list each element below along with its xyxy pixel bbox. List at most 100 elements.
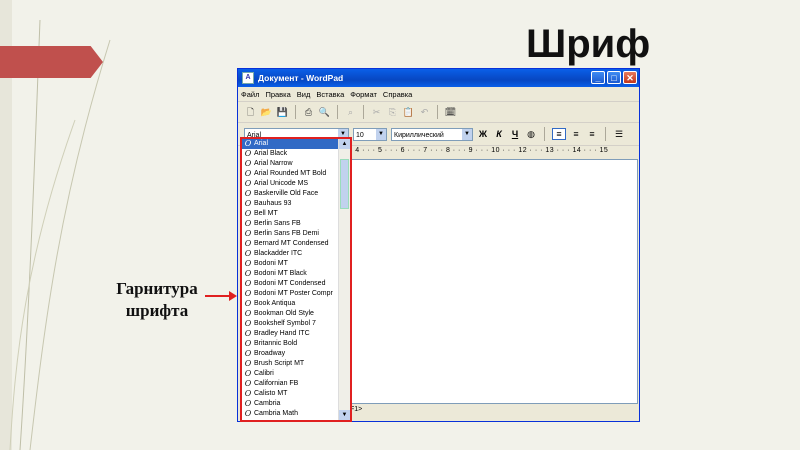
title-accent-shape xyxy=(0,46,103,78)
font-list-item[interactable]: O Bauhaus 93 xyxy=(242,199,339,209)
font-list-item[interactable]: O Bookshelf Symbol 7 xyxy=(242,319,339,329)
opentype-font-icon: O xyxy=(244,389,252,398)
font-list-item-label: Brush Script MT xyxy=(254,360,305,367)
font-list-item-label: Arial Narrow xyxy=(254,160,293,167)
maximize-button[interactable]: □ xyxy=(607,71,621,84)
opentype-font-icon: O xyxy=(244,139,252,148)
chevron-down-icon[interactable]: ▼ xyxy=(462,128,472,140)
scroll-thumb[interactable] xyxy=(340,159,349,209)
bold-button[interactable]: Ж xyxy=(477,129,489,139)
standard-toolbar: 🗋 📂 💾 ⎙ 🔍 ⌕ ✂ ⎘ 📋 ↶ 🗓 xyxy=(238,102,639,123)
vertical-scrollbar[interactable]: ▲ ▼ xyxy=(338,139,350,420)
window-title: Документ - WordPad xyxy=(258,73,344,83)
font-list-item[interactable]: O Arial Narrow xyxy=(242,159,339,169)
font-list-item-label: Bernard MT Condensed xyxy=(254,240,329,247)
bullets-icon[interactable]: ☰ xyxy=(613,129,625,140)
new-document-icon[interactable]: 🗋 xyxy=(244,106,257,119)
open-folder-icon[interactable]: 📂 xyxy=(260,106,273,119)
opentype-font-icon: O xyxy=(244,269,252,278)
cut-icon[interactable]: ✂ xyxy=(370,106,383,119)
save-icon[interactable]: 💾 xyxy=(276,106,289,119)
opentype-font-icon: O xyxy=(244,149,252,158)
align-center-icon[interactable]: ≡ xyxy=(570,129,582,139)
font-list-item-label: Bradley Hand ITC xyxy=(254,330,310,337)
undo-icon[interactable]: ↶ xyxy=(418,106,431,119)
font-list-item[interactable]: O Berlin Sans FB Demi xyxy=(242,229,339,239)
font-list-item-label: Cambria Math xyxy=(254,410,298,417)
script-combo[interactable]: Кириллический ▼ xyxy=(391,127,473,141)
font-list-item[interactable]: O Arial Rounded MT Bold xyxy=(242,169,339,179)
menu-help[interactable]: Справка xyxy=(383,90,412,99)
font-list-item-label: Berlin Sans FB Demi xyxy=(254,230,319,237)
find-icon[interactable]: ⌕ xyxy=(344,106,357,119)
opentype-font-icon: O xyxy=(244,319,252,328)
font-list-item-label: Bauhaus 93 xyxy=(254,200,292,207)
opentype-font-icon: O xyxy=(244,229,252,238)
font-list-item[interactable]: O Bradley Hand ITC xyxy=(242,329,339,339)
font-dropdown-list[interactable]: O Arial O Arial Black O Arial Narrow O Arial Ro… xyxy=(240,137,352,422)
print-preview-icon[interactable]: 🔍 xyxy=(318,106,331,119)
font-list-item-label: Baskerville Old Face xyxy=(254,190,319,197)
font-list-item[interactable]: O Broadway xyxy=(242,349,339,359)
ruler: · 4 · · · 5 · · · 6 · · · 7 · · · 8 · · … xyxy=(350,147,609,154)
align-left-icon[interactable]: ≡ xyxy=(552,128,566,140)
menu-file[interactable]: Файл xyxy=(241,90,259,99)
font-list-item-label: Bookshelf Symbol 7 xyxy=(254,320,316,327)
font-list-item[interactable]: O Britannic Bold xyxy=(242,339,339,349)
font-list-item[interactable]: O Bookman Old Style xyxy=(242,309,339,319)
font-list-item[interactable]: O Cambria xyxy=(242,399,339,409)
scroll-down-icon[interactable]: ▼ xyxy=(339,410,350,420)
font-list-item[interactable]: O Bodoni MT Poster Compr xyxy=(242,289,339,299)
toolbar-separator xyxy=(605,127,606,141)
font-list-item[interactable]: O Californian FB xyxy=(242,379,339,389)
font-list-item[interactable]: O Baskerville Old Face xyxy=(242,189,339,199)
color-icon[interactable]: ◍ xyxy=(525,129,537,140)
opentype-font-icon: O xyxy=(244,249,252,258)
font-list-item[interactable]: O Book Antiqua xyxy=(242,299,339,309)
minimize-button[interactable]: _ xyxy=(591,71,605,84)
font-list-item[interactable]: O Bernard MT Condensed xyxy=(242,239,339,249)
font-list-item-label: Blackadder ITC xyxy=(254,250,303,257)
font-list-item[interactable]: O Bodoni MT Condensed xyxy=(242,279,339,289)
chevron-down-icon[interactable]: ▼ xyxy=(376,128,386,140)
close-button[interactable]: ✕ xyxy=(623,71,637,84)
font-size-combo[interactable]: 10 ▼ xyxy=(353,127,387,141)
opentype-font-icon: O xyxy=(244,359,252,368)
window-titlebar[interactable]: A Документ - WordPad _ □ ✕ xyxy=(238,69,639,87)
font-list-item[interactable]: O Bodoni MT xyxy=(242,259,339,269)
font-list-item-label: Arial Rounded MT Bold xyxy=(254,170,327,177)
menu-edit[interactable]: Правка xyxy=(265,90,290,99)
font-list-item[interactable]: O Cambria Math xyxy=(242,409,339,419)
opentype-font-icon: O xyxy=(244,349,252,358)
menu-insert[interactable]: Вставка xyxy=(316,90,344,99)
script-value: Кириллический xyxy=(394,131,444,139)
font-list-item[interactable]: O Arial Black xyxy=(242,149,339,159)
font-list-item[interactable]: O Arial xyxy=(242,139,339,149)
font-list-item-label: Bell MT xyxy=(254,210,278,217)
font-list-item[interactable]: O Berlin Sans FB xyxy=(242,219,339,229)
font-list-item[interactable]: O Bodoni MT Black xyxy=(242,269,339,279)
font-list-item[interactable]: O Calibri xyxy=(242,369,339,379)
font-list-item[interactable]: O Arial Unicode MS xyxy=(242,179,339,189)
toolbar-separator xyxy=(295,105,296,119)
opentype-font-icon: O xyxy=(244,259,252,268)
menu-view[interactable]: Вид xyxy=(297,90,311,99)
menu-bar: Файл Правка Вид Вставка Формат Справка xyxy=(238,87,639,102)
caption: Гарнитура шрифта xyxy=(108,278,206,322)
copy-icon[interactable]: ⎘ xyxy=(386,106,399,119)
menu-format[interactable]: Формат xyxy=(350,90,377,99)
align-right-icon[interactable]: ≡ xyxy=(586,129,598,139)
font-list-item-label: Broadway xyxy=(254,350,286,357)
scroll-up-icon[interactable]: ▲ xyxy=(339,139,350,149)
paste-icon[interactable]: 📋 xyxy=(402,106,415,119)
font-list-item-label: Britannic Bold xyxy=(254,340,298,347)
font-list-item[interactable]: O Brush Script MT xyxy=(242,359,339,369)
font-list-item[interactable]: O Blackadder ITC xyxy=(242,249,339,259)
document-area[interactable] xyxy=(350,159,638,404)
underline-button[interactable]: Ч xyxy=(509,129,521,139)
font-list-item[interactable]: O Bell MT xyxy=(242,209,339,219)
italic-button[interactable]: К xyxy=(493,129,505,139)
insert-date-icon[interactable]: 🗓 xyxy=(444,106,457,119)
font-list-item[interactable]: O Calisto MT xyxy=(242,389,339,399)
print-icon[interactable]: ⎙ xyxy=(302,106,315,119)
